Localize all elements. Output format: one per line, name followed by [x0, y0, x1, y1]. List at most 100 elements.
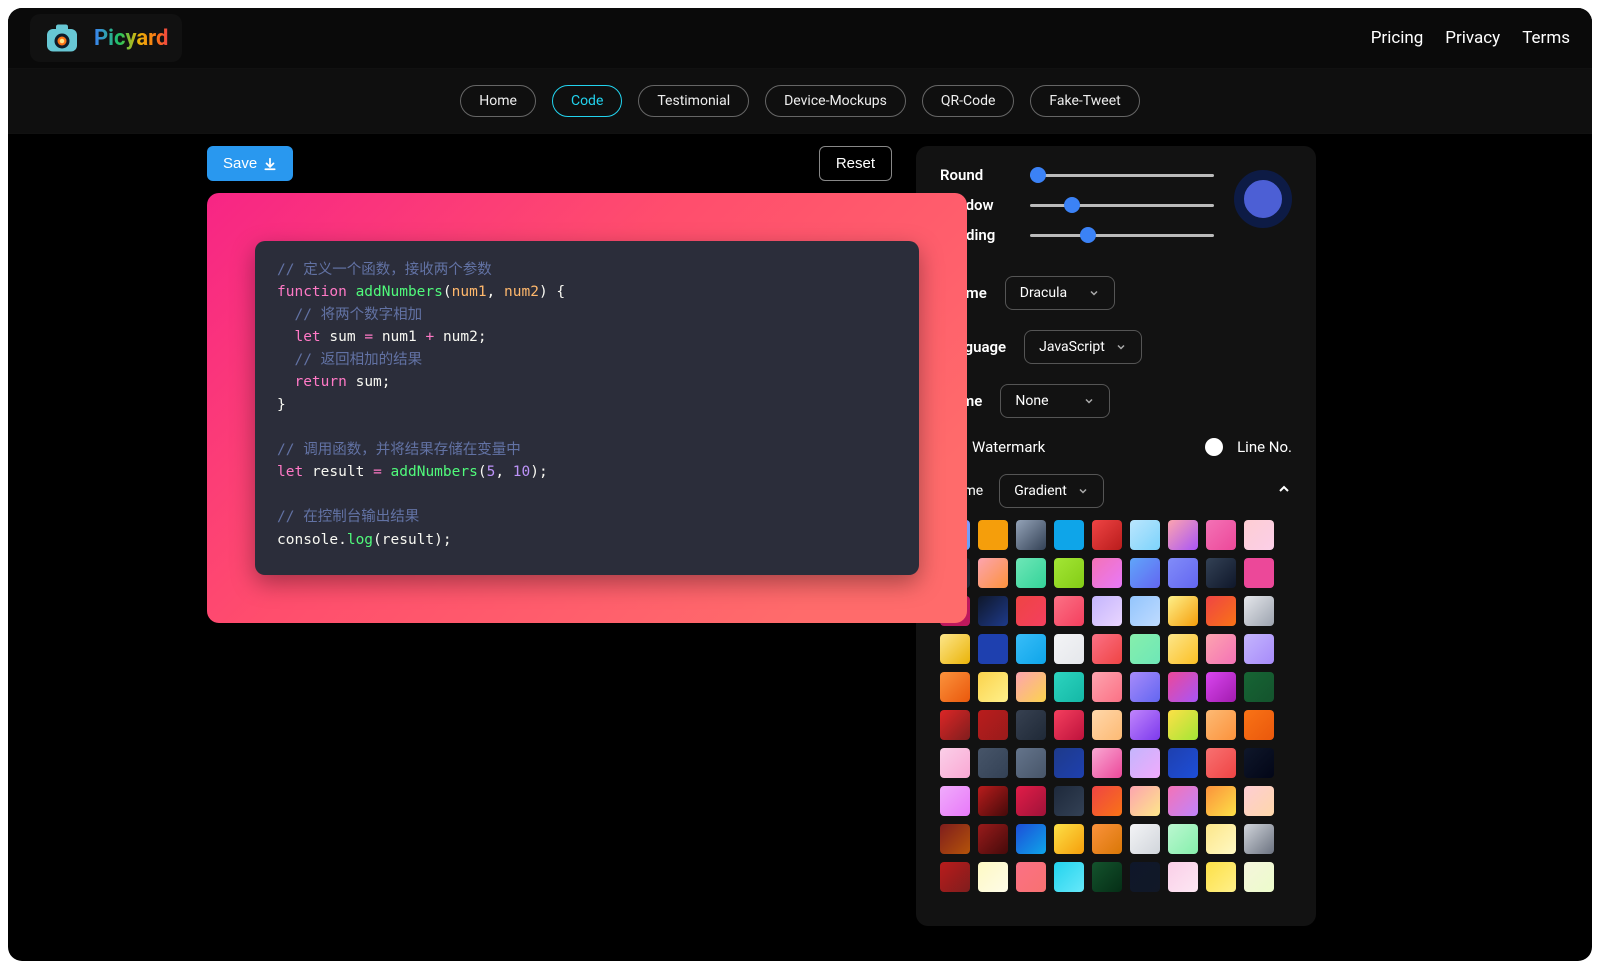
gradient-swatch[interactable]: [1054, 634, 1084, 664]
gradient-swatch[interactable]: [1092, 558, 1122, 588]
gradient-swatch[interactable]: [1206, 862, 1236, 892]
gradient-swatch[interactable]: [1092, 672, 1122, 702]
gradient-swatch[interactable]: [1054, 520, 1084, 550]
gradient-swatch[interactable]: [1206, 672, 1236, 702]
gradient-swatch[interactable]: [1054, 862, 1084, 892]
gradient-swatch[interactable]: [1016, 520, 1046, 550]
shadow-slider[interactable]: [1030, 204, 1214, 207]
bg-theme-select[interactable]: Gradient: [999, 474, 1104, 508]
gradient-swatch[interactable]: [1054, 748, 1084, 778]
gradient-swatch[interactable]: [1244, 520, 1274, 550]
save-button[interactable]: Save: [207, 146, 293, 181]
gradient-swatch[interactable]: [1168, 786, 1198, 816]
gradient-swatch[interactable]: [1206, 824, 1236, 854]
gradient-swatch[interactable]: [1016, 558, 1046, 588]
padding-slider[interactable]: [1030, 234, 1214, 237]
gradient-swatch[interactable]: [1092, 824, 1122, 854]
nav-privacy[interactable]: Privacy: [1445, 28, 1500, 48]
gradient-swatch[interactable]: [940, 748, 970, 778]
gradient-swatch[interactable]: [1130, 596, 1160, 626]
theme-select[interactable]: Dracula: [1005, 276, 1115, 310]
gradient-swatch[interactable]: [978, 786, 1008, 816]
tab-device-mockups[interactable]: Device-Mockups: [765, 85, 906, 117]
gradient-swatch[interactable]: [1168, 520, 1198, 550]
collapse-swatches[interactable]: [1276, 481, 1292, 501]
tab-qr-code[interactable]: QR-Code: [922, 85, 1015, 117]
accent-color-swatch[interactable]: [1234, 170, 1292, 228]
gradient-swatch[interactable]: [1130, 710, 1160, 740]
gradient-swatch[interactable]: [978, 558, 1008, 588]
gradient-swatch[interactable]: [1016, 824, 1046, 854]
gradient-swatch[interactable]: [978, 520, 1008, 550]
gradient-swatch[interactable]: [940, 710, 970, 740]
gradient-swatch[interactable]: [1130, 520, 1160, 550]
gradient-swatch[interactable]: [940, 634, 970, 664]
reset-button[interactable]: Reset: [819, 146, 892, 181]
gradient-swatch[interactable]: [1168, 672, 1198, 702]
gradient-swatch[interactable]: [1092, 520, 1122, 550]
gradient-swatch[interactable]: [1016, 596, 1046, 626]
gradient-swatch[interactable]: [940, 672, 970, 702]
gradient-swatch[interactable]: [940, 862, 970, 892]
gradient-swatch[interactable]: [1168, 596, 1198, 626]
lineno-toggle[interactable]: [1205, 438, 1223, 456]
gradient-swatch[interactable]: [1092, 748, 1122, 778]
gradient-swatch[interactable]: [978, 634, 1008, 664]
gradient-swatch[interactable]: [1206, 558, 1236, 588]
code-content[interactable]: // 定义一个函数，接收两个参数 function addNumbers(num…: [277, 259, 897, 551]
gradient-swatch[interactable]: [1130, 672, 1160, 702]
gradient-swatch[interactable]: [1092, 596, 1122, 626]
gradient-swatch[interactable]: [1054, 786, 1084, 816]
tab-code[interactable]: Code: [552, 85, 622, 117]
tab-testimonial[interactable]: Testimonial: [638, 85, 749, 117]
gradient-swatch[interactable]: [1244, 862, 1274, 892]
gradient-swatch[interactable]: [1092, 786, 1122, 816]
gradient-swatch[interactable]: [1092, 862, 1122, 892]
gradient-swatch[interactable]: [1244, 710, 1274, 740]
nav-pricing[interactable]: Pricing: [1371, 28, 1424, 48]
gradient-swatch[interactable]: [1244, 748, 1274, 778]
gradient-swatch[interactable]: [1054, 672, 1084, 702]
gradient-swatch[interactable]: [1130, 634, 1160, 664]
gradient-swatch[interactable]: [1016, 634, 1046, 664]
gradient-swatch[interactable]: [1206, 710, 1236, 740]
gradient-swatch[interactable]: [978, 862, 1008, 892]
gradient-swatch[interactable]: [1130, 748, 1160, 778]
gradient-swatch[interactable]: [1016, 786, 1046, 816]
gradient-swatch[interactable]: [940, 824, 970, 854]
gradient-swatch[interactable]: [1054, 558, 1084, 588]
gradient-swatch[interactable]: [1168, 558, 1198, 588]
gradient-swatch[interactable]: [1244, 824, 1274, 854]
brand-block[interactable]: Picyard: [30, 14, 182, 62]
gradient-swatch[interactable]: [1244, 634, 1274, 664]
code-window[interactable]: // 定义一个函数，接收两个参数 function addNumbers(num…: [255, 241, 919, 575]
gradient-swatch[interactable]: [1206, 748, 1236, 778]
gradient-swatch[interactable]: [978, 596, 1008, 626]
gradient-swatch[interactable]: [1206, 520, 1236, 550]
gradient-swatch[interactable]: [1016, 672, 1046, 702]
gradient-swatch[interactable]: [1168, 710, 1198, 740]
round-slider[interactable]: [1030, 174, 1214, 177]
gradient-swatch[interactable]: [1092, 710, 1122, 740]
gradient-swatch[interactable]: [1130, 862, 1160, 892]
gradient-swatch[interactable]: [1244, 786, 1274, 816]
gradient-swatch[interactable]: [1206, 596, 1236, 626]
gradient-swatch[interactable]: [1168, 634, 1198, 664]
gradient-swatch[interactable]: [1168, 862, 1198, 892]
gradient-swatch[interactable]: [1016, 862, 1046, 892]
tab-home[interactable]: Home: [460, 85, 536, 117]
nav-terms[interactable]: Terms: [1522, 28, 1570, 48]
gradient-swatch[interactable]: [978, 672, 1008, 702]
gradient-swatch[interactable]: [1244, 558, 1274, 588]
gradient-swatch[interactable]: [1054, 596, 1084, 626]
gradient-swatch[interactable]: [1016, 710, 1046, 740]
gradient-swatch[interactable]: [1054, 824, 1084, 854]
gradient-swatch[interactable]: [1206, 786, 1236, 816]
gradient-swatch[interactable]: [1244, 596, 1274, 626]
gradient-swatch[interactable]: [978, 710, 1008, 740]
tab-fake-tweet[interactable]: Fake-Tweet: [1030, 85, 1139, 117]
gradient-swatch[interactable]: [1130, 786, 1160, 816]
gradient-swatch[interactable]: [1168, 824, 1198, 854]
gradient-swatch[interactable]: [1130, 824, 1160, 854]
gradient-swatch[interactable]: [1054, 710, 1084, 740]
